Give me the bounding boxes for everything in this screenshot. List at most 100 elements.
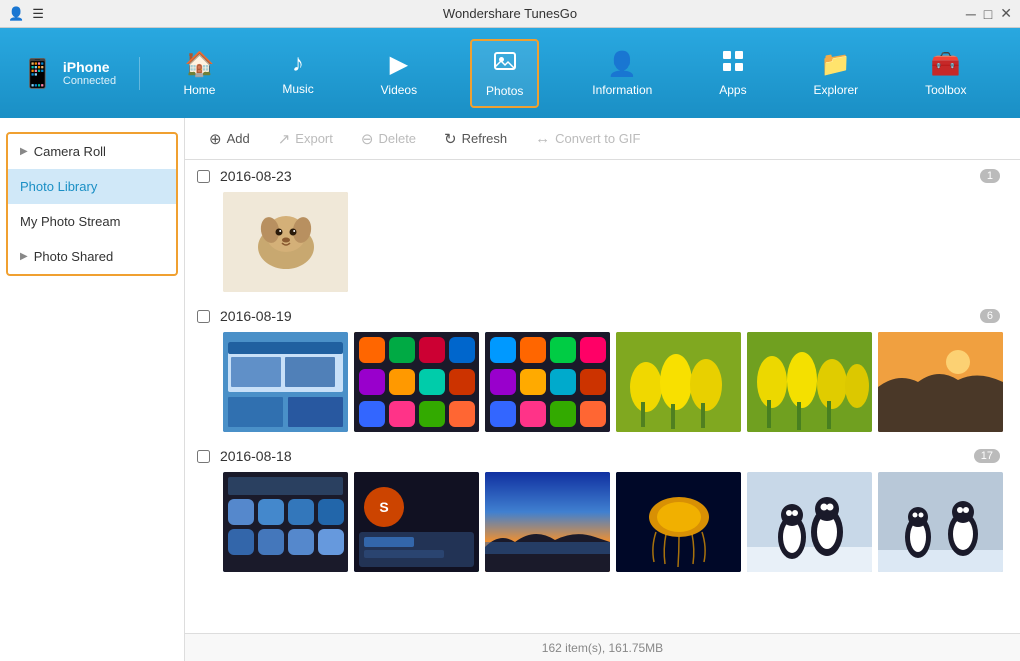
photo-thumb-dog[interactable] [223, 192, 348, 292]
sidebar-item-my-photo-stream[interactable]: My Photo Stream [8, 204, 176, 239]
photos-icon [493, 49, 517, 80]
sidebar-item-camera-roll[interactable]: ▶ Camera Roll [8, 134, 176, 169]
date-label-2: 2016-08-19 [220, 308, 292, 324]
nav-home[interactable]: 🏠 Home [169, 42, 229, 105]
home-icon: 🏠 [185, 50, 215, 79]
top-nav: 📱 iPhone Connected 🏠 Home ♪ Music ▶ Vide… [0, 28, 1020, 118]
date-header-1: 2016-08-23 1 [197, 168, 1008, 184]
nav-videos[interactable]: ▶ Videos [367, 42, 431, 105]
app-title: Wondershare TunesGo [443, 6, 577, 21]
photo-thumb-app2[interactable] [485, 332, 610, 432]
photo-thumb-jellyfish[interactable] [616, 472, 741, 572]
refresh-label: Refresh [462, 131, 508, 146]
date-count-2: 6 [980, 309, 1000, 323]
music-icon: ♪ [292, 50, 304, 78]
photo-grid-3: S [223, 472, 1008, 572]
nav-explorer[interactable]: 📁 Explorer [799, 42, 872, 105]
photo-thumb-flowers2[interactable] [747, 332, 872, 432]
photo-shared-label: Photo Shared [34, 249, 114, 264]
window-controls: ─ □ ✕ [966, 5, 1012, 22]
device-name: iPhone [63, 59, 116, 75]
nav-items: 🏠 Home ♪ Music ▶ Videos Photos [150, 39, 1000, 108]
date-header-3: 2016-08-18 17 [197, 448, 1008, 464]
device-status: Connected [63, 75, 116, 87]
convert-gif-button[interactable]: ↔ Convert to GIF [523, 125, 652, 152]
status-bar: 162 item(s), 161.75MB [185, 633, 1020, 661]
delete-button[interactable]: ⊖ Delete [349, 125, 428, 153]
photo-library-label: Photo Library [20, 179, 97, 194]
nav-photos[interactable]: Photos [470, 39, 539, 108]
delete-label: Delete [378, 131, 416, 146]
date-group-3-checkbox[interactable] [197, 450, 210, 463]
app-container: 📱 iPhone Connected 🏠 Home ♪ Music ▶ Vide… [0, 28, 1020, 661]
video-icon: ▶ [390, 50, 408, 79]
export-label: Export [295, 131, 333, 146]
date-count-3: 17 [974, 449, 1000, 463]
photo-grid-2 [223, 332, 1008, 432]
sidebar-item-photo-library[interactable]: Photo Library [8, 169, 176, 204]
refresh-icon: ↻ [444, 130, 457, 148]
photo-thumb-penguins1[interactable] [747, 472, 872, 572]
svg-text:S: S [379, 499, 388, 515]
delete-icon: ⊖ [361, 130, 374, 148]
photo-thumb-sunset[interactable] [485, 472, 610, 572]
apps-icon [722, 50, 744, 79]
my-photo-stream-label: My Photo Stream [20, 214, 120, 229]
photo-content[interactable]: 2016-08-23 1 [185, 160, 1020, 633]
add-label: Add [227, 131, 250, 146]
date-group-1: 2016-08-23 1 [197, 168, 1008, 292]
maximize-button[interactable]: □ [984, 6, 992, 22]
convert-label: Convert to GIF [555, 131, 640, 146]
home-label: Home [183, 83, 215, 97]
export-button[interactable]: ↗ Export [266, 125, 345, 153]
sidebar-item-photo-shared[interactable]: ▶ Photo Shared [8, 239, 176, 274]
close-button[interactable]: ✕ [1000, 5, 1012, 22]
add-button[interactable]: ⊕ Add [197, 125, 262, 153]
menu-icon[interactable]: ☰ [32, 6, 44, 22]
nav-toolbox[interactable]: 🧰 Toolbox [911, 42, 980, 105]
toolbox-icon: 🧰 [931, 50, 961, 79]
music-label: Music [282, 82, 313, 96]
sidebar: ▶ Camera Roll Photo Library My Photo Str… [0, 118, 185, 661]
explorer-icon: 📁 [821, 50, 851, 79]
photo-thumb-penguins2[interactable] [878, 472, 1003, 572]
date-label-1: 2016-08-23 [220, 168, 292, 184]
photo-thumb-app1[interactable] [354, 332, 479, 432]
convert-icon: ↔ [535, 130, 550, 147]
toolbar: ⊕ Add ↗ Export ⊖ Delete ↻ Refresh ↔ Co [185, 118, 1020, 160]
user-icon[interactable]: 👤 [8, 6, 24, 22]
date-header-2: 2016-08-19 6 [197, 308, 1008, 324]
date-label-3: 2016-08-18 [220, 448, 292, 464]
nav-information[interactable]: 👤 Information [578, 42, 666, 105]
minimize-button[interactable]: ─ [966, 6, 976, 22]
export-icon: ↗ [278, 130, 291, 148]
toolbox-label: Toolbox [925, 83, 966, 97]
title-bar-left-controls: 👤 ☰ [8, 6, 44, 22]
photo-thumb-app3[interactable]: S [354, 472, 479, 572]
photo-thumb-screenshot1[interactable] [223, 332, 348, 432]
information-icon: 👤 [607, 50, 637, 79]
photo-thumb-weather[interactable] [223, 472, 348, 572]
photo-area: ⊕ Add ↗ Export ⊖ Delete ↻ Refresh ↔ Co [185, 118, 1020, 661]
nav-apps[interactable]: Apps [705, 42, 760, 105]
add-icon: ⊕ [209, 130, 222, 148]
title-bar: Wondershare TunesGo 👤 ☰ ─ □ ✕ [0, 0, 1020, 28]
information-label: Information [592, 83, 652, 97]
photo-thumb-flowers1[interactable] [616, 332, 741, 432]
date-group-3: 2016-08-18 17 [197, 448, 1008, 572]
nav-music[interactable]: ♪ Music [268, 42, 327, 104]
iphone-icon: 📱 [20, 57, 55, 90]
arrow-icon-2: ▶ [20, 251, 28, 262]
date-group-1-checkbox[interactable] [197, 170, 210, 183]
main-content: ▶ Camera Roll Photo Library My Photo Str… [0, 118, 1020, 661]
explorer-label: Explorer [813, 83, 858, 97]
photo-thumb-coast[interactable] [878, 332, 1003, 432]
refresh-button[interactable]: ↻ Refresh [432, 125, 519, 153]
sidebar-section: ▶ Camera Roll Photo Library My Photo Str… [6, 132, 178, 276]
photos-label: Photos [486, 84, 523, 98]
date-count-1: 1 [980, 169, 1000, 183]
device-info: 📱 iPhone Connected [20, 57, 140, 90]
arrow-icon: ▶ [20, 146, 28, 157]
status-text: 162 item(s), 161.75MB [542, 641, 663, 655]
date-group-2-checkbox[interactable] [197, 310, 210, 323]
